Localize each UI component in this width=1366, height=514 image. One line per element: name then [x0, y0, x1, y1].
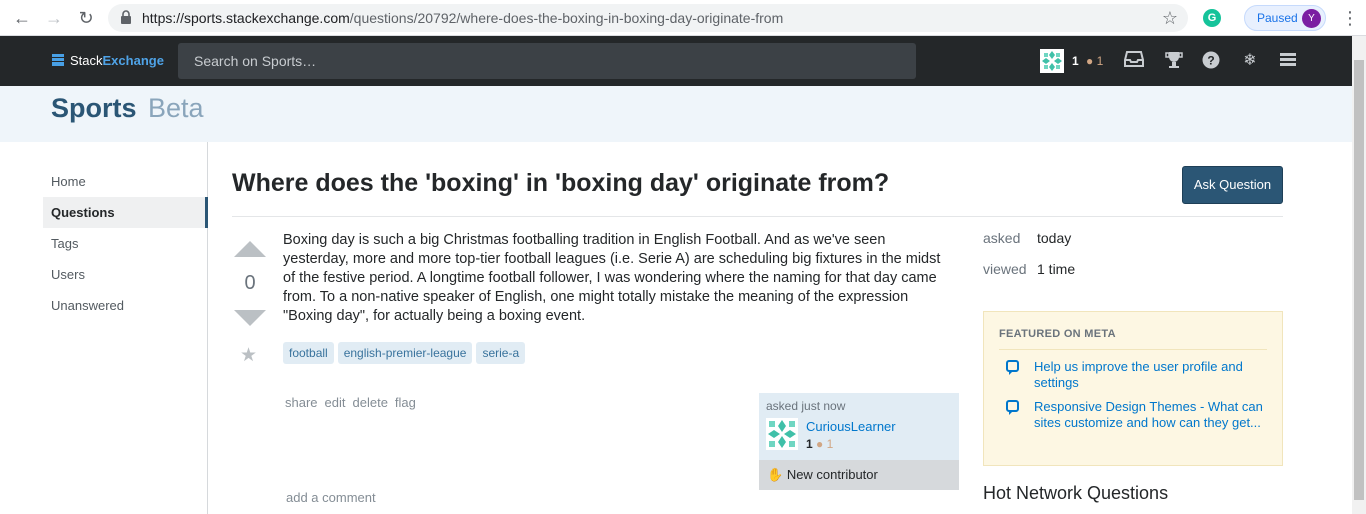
- meta-chat-icon: [1006, 400, 1019, 415]
- owner-name-link[interactable]: CuriousLearner: [806, 419, 896, 434]
- ask-question-button[interactable]: Ask Question: [1182, 166, 1283, 204]
- help-icon[interactable]: ?: [1201, 51, 1221, 71]
- user-avatar-icon[interactable]: [1040, 49, 1064, 73]
- profile-button[interactable]: Paused Y: [1244, 5, 1326, 31]
- new-contributor-banner[interactable]: ✋ New contributor: [759, 460, 959, 490]
- tag-serie-a[interactable]: serie-a: [476, 342, 526, 364]
- search-input[interactable]: Search on Sports…: [178, 43, 916, 79]
- page-scrollbar[interactable]: [1352, 36, 1366, 514]
- share-link[interactable]: share: [285, 395, 318, 410]
- grammarly-extension-icon[interactable]: G: [1203, 9, 1221, 27]
- sidebar-item-users[interactable]: Users: [43, 259, 208, 290]
- tag-english-premier-league[interactable]: english-premier-league: [337, 342, 473, 364]
- stackexchange-topbar: StackExchange Search on Sports… 1 ● 1 ? …: [0, 36, 1352, 86]
- owner-user-card: asked just now CuriousLearner 1 ● 1 ✋ Ne…: [759, 393, 959, 490]
- asked-value: today: [1037, 230, 1072, 246]
- sidebar-item-unanswered[interactable]: Unanswered: [43, 290, 208, 321]
- tag-list: football english-premier-league serie-a: [283, 342, 529, 364]
- bookmark-star-icon[interactable]: ☆: [1162, 8, 1178, 29]
- hot-network-questions-title: Hot Network Questions: [983, 483, 1169, 503]
- add-comment-link[interactable]: add a comment: [286, 490, 376, 505]
- title-divider: [232, 216, 1283, 217]
- post-menu: share edit delete flag: [285, 395, 423, 410]
- question-title[interactable]: Where does the 'boxing' in 'boxing day' …: [232, 169, 889, 198]
- delete-link[interactable]: delete: [353, 395, 388, 410]
- meta-chat-icon: [1006, 360, 1019, 375]
- sidebar-item-questions[interactable]: Questions: [43, 197, 208, 228]
- featured-divider: [999, 349, 1267, 350]
- featured-item[interactable]: Help us improve the user profile and set…: [1034, 359, 1270, 391]
- profile-avatar: Y: [1302, 9, 1321, 28]
- scrollbar-thumb[interactable]: [1354, 60, 1364, 500]
- stackexchange-logo-icon: [52, 54, 64, 66]
- upvote-arrow-icon[interactable]: [234, 241, 266, 257]
- owner-reputation: 1 ● 1: [806, 437, 834, 451]
- achievements-trophy-icon[interactable]: [1164, 51, 1184, 71]
- site-header: Sports Beta: [0, 86, 1352, 142]
- owner-bronze-badges: ● 1: [816, 437, 834, 451]
- downvote-arrow-icon[interactable]: [234, 310, 266, 326]
- favorite-star-icon[interactable]: ★: [240, 344, 257, 367]
- url-text: https://sports.stackexchange.com/questio…: [142, 10, 784, 26]
- viewed-label: viewed: [983, 261, 1027, 277]
- lock-icon: [121, 10, 131, 24]
- left-sidebar: Home Questions Tags Users Unanswered: [0, 142, 208, 514]
- bronze-badge-count[interactable]: ● 1: [1086, 54, 1103, 68]
- edit-link[interactable]: edit: [325, 395, 346, 410]
- browser-menu-icon[interactable]: ⋮: [1341, 8, 1359, 29]
- forward-arrow-icon[interactable]: →: [44, 8, 64, 28]
- question-body: Boxing day is such a big Christmas footb…: [283, 232, 941, 324]
- reputation-count[interactable]: 1: [1072, 54, 1079, 68]
- featured-on-meta-box: FEATURED ON META Help us improve the use…: [983, 311, 1283, 466]
- back-arrow-icon[interactable]: ←: [12, 8, 32, 28]
- viewed-value: 1 time: [1037, 261, 1076, 277]
- featured-item[interactable]: Responsive Design Themes - What can site…: [1034, 399, 1270, 431]
- profile-status: Paused: [1257, 11, 1298, 25]
- search-placeholder: Search on Sports…: [194, 53, 317, 69]
- flag-link[interactable]: flag: [395, 395, 416, 410]
- stackexchange-menu-icon[interactable]: [1278, 51, 1298, 71]
- address-bar[interactable]: https://sports.stackexchange.com/questio…: [108, 4, 1188, 32]
- featured-heading: FEATURED ON META: [999, 328, 1116, 340]
- reload-icon[interactable]: ↻: [76, 8, 96, 28]
- stackexchange-logo[interactable]: StackExchange: [52, 53, 164, 68]
- wave-hand-icon: ✋: [767, 467, 784, 482]
- inbox-icon[interactable]: [1124, 51, 1144, 71]
- svg-text:?: ?: [1207, 54, 1214, 68]
- sidebar-item-home[interactable]: Home: [43, 166, 208, 197]
- site-name[interactable]: Sports: [51, 93, 137, 124]
- owner-avatar[interactable]: [766, 418, 798, 450]
- sidebar-item-tags[interactable]: Tags: [43, 228, 208, 259]
- site-beta-label: Beta: [148, 93, 204, 123]
- browser-chrome: ← → ↻ https://sports.stackexchange.com/q…: [0, 0, 1366, 36]
- asked-label: asked: [983, 230, 1021, 246]
- site-switcher-icon[interactable]: ❄: [1240, 51, 1260, 71]
- vote-count: 0: [244, 272, 256, 294]
- tag-football[interactable]: football: [283, 342, 334, 364]
- asked-timestamp[interactable]: asked just now: [766, 399, 845, 413]
